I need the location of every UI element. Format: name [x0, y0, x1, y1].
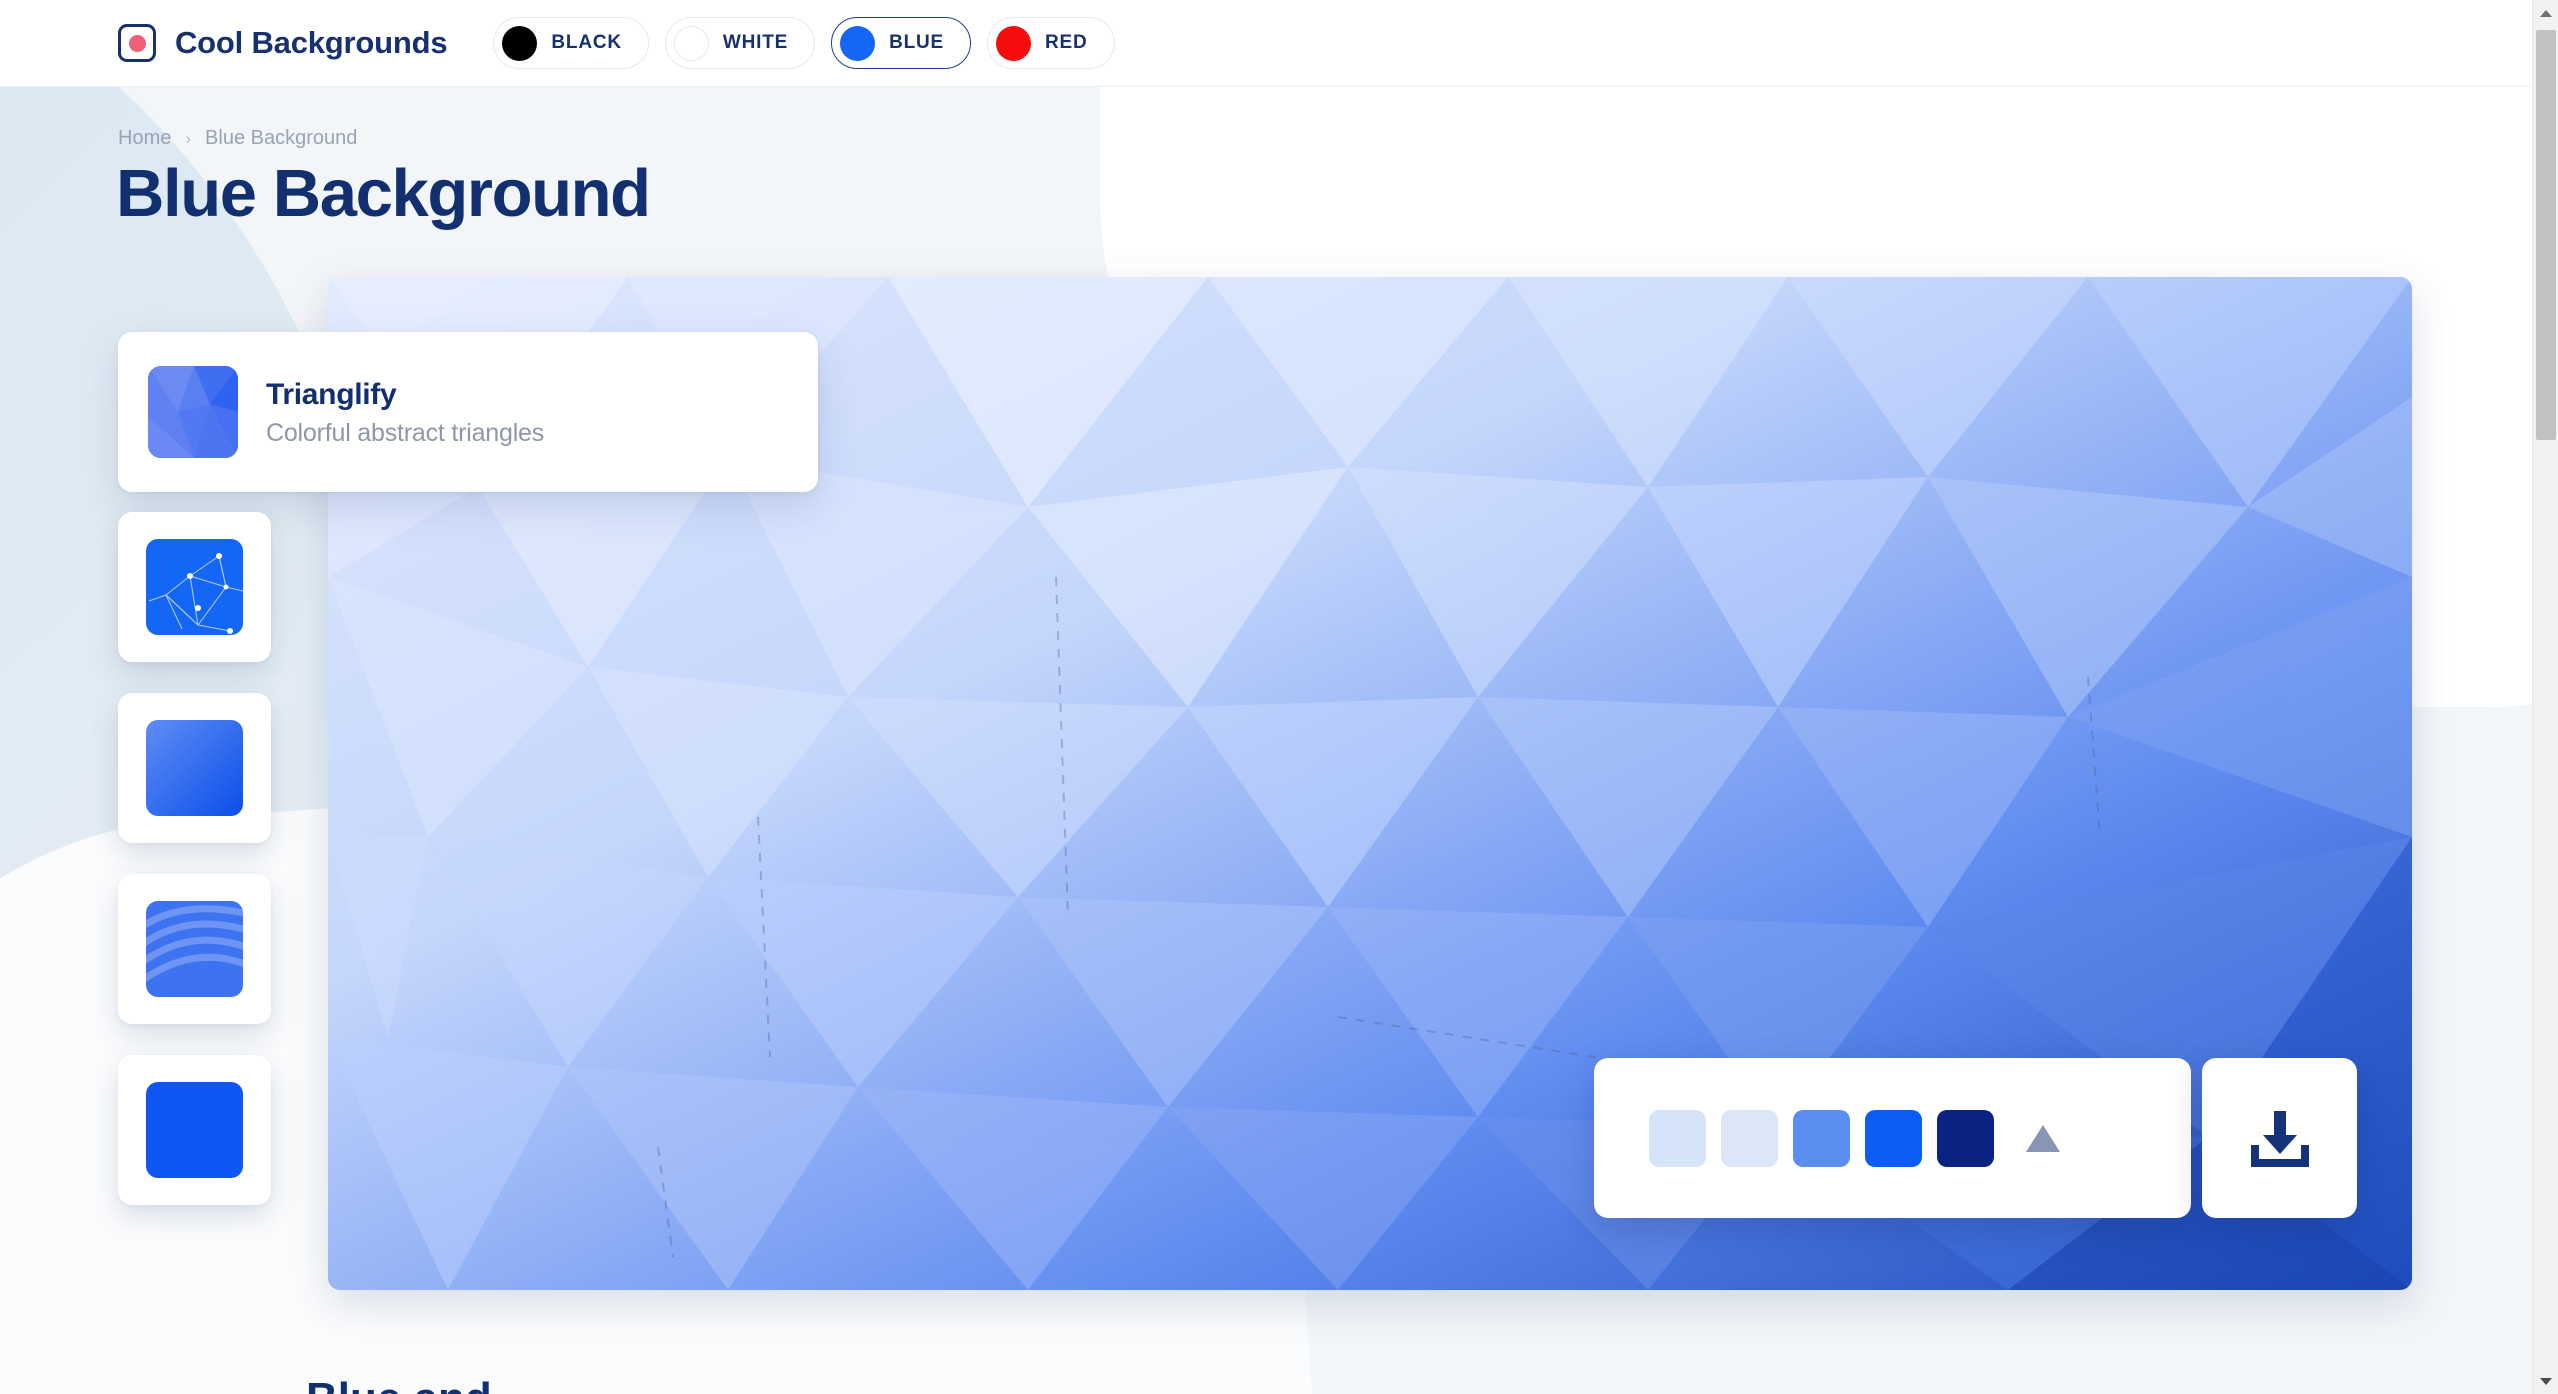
scroll-up-button[interactable] [2533, 0, 2558, 26]
download-button[interactable] [2202, 1058, 2357, 1218]
generator-subtitle: Colorful abstract triangles [266, 418, 545, 447]
color-filter-label: BLACK [551, 32, 622, 53]
palette-toolbar [1594, 1058, 2191, 1218]
color-dot-red [996, 25, 1032, 61]
trianglify-thumb-icon [148, 366, 238, 458]
color-filter-blue[interactable]: BLUE [831, 17, 972, 69]
color-filter-label: WHITE [722, 32, 789, 53]
color-dot-blue [840, 25, 876, 61]
logo-inner-dot [128, 34, 146, 52]
brand-name: Cool Backgrounds [175, 25, 448, 60]
palette-swatch-3[interactable] [1793, 1109, 1850, 1167]
page-title: Blue Background [116, 156, 651, 231]
color-filter-label: RED [1045, 32, 1088, 53]
particles-thumb-icon [146, 539, 243, 635]
color-dot-black [502, 25, 538, 61]
gradient-thumb-icon [146, 720, 243, 816]
vertical-scrollbar[interactable] [2532, 0, 2558, 1394]
palette-swatch-1[interactable] [1649, 1109, 1706, 1167]
thumbnail-card-particles[interactable] [118, 512, 271, 662]
color-filter-red[interactable]: RED [987, 17, 1115, 69]
breadcrumb-separator-icon: › [185, 128, 192, 148]
chevron-down-icon [2540, 1377, 2552, 1385]
scroll-down-button[interactable] [2533, 1368, 2558, 1394]
generator-card-text: Trianglify Colorful abstract triangles [266, 377, 544, 448]
top-navbar: Cool Backgrounds BLACK WHITE BLUE RED [0, 0, 2532, 87]
color-dot-white [673, 25, 709, 61]
thumbnail-card-gradient[interactable] [118, 693, 271, 843]
generator-thumbnail-rail [118, 512, 271, 1205]
thumbnail-card-solid[interactable] [118, 1055, 271, 1205]
brand-home-link[interactable]: Cool Backgrounds [118, 24, 448, 62]
palette-swatch-5[interactable] [1937, 1109, 1994, 1167]
color-filter-nav: BLACK WHITE BLUE RED [493, 17, 1115, 69]
color-filter-label: BLUE [889, 32, 945, 53]
breadcrumb: Home › Blue Background [118, 127, 357, 150]
chevron-up-icon [2540, 9, 2552, 17]
color-filter-black[interactable]: BLACK [493, 17, 649, 69]
thumbnail-card-waves[interactable] [118, 874, 271, 1024]
breadcrumb-home-link[interactable]: Home [118, 127, 171, 150]
generator-title: Trianglify [266, 377, 397, 411]
scrollbar-thumb[interactable] [2536, 30, 2556, 440]
palette-swatch-2[interactable] [1721, 1109, 1778, 1167]
next-section-heading: Blue and ... [306, 1374, 541, 1394]
solid-thumb-icon [146, 1082, 243, 1178]
camera-logo-icon [118, 24, 156, 62]
browser-viewport: Cool Backgrounds BLACK WHITE BLUE RED Home … [0, 0, 2558, 1394]
waves-thumb-icon [146, 901, 243, 997]
color-filter-white[interactable]: WHITE [664, 17, 816, 69]
breadcrumb-current: Blue Background [205, 127, 358, 149]
download-icon [2250, 1111, 2309, 1167]
generator-card-trianglify[interactable]: Trianglify Colorful abstract triangles [118, 332, 818, 492]
triangle-up-icon[interactable] [2026, 1124, 2060, 1152]
palette-swatch-4[interactable] [1865, 1109, 1922, 1167]
